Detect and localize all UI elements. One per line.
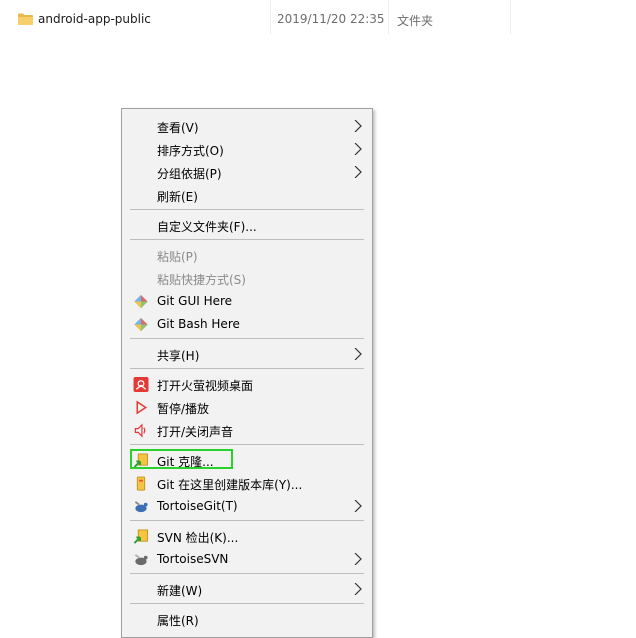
chevron-right-icon [354, 583, 362, 595]
menu-item-git-bash[interactable]: Git Bash Here [123, 313, 372, 335]
file-name[interactable]: android-app-public [38, 12, 151, 26]
menu-item-label: 查看(V) [157, 121, 199, 135]
column-divider [510, 0, 511, 34]
menu-separator [130, 338, 364, 339]
menu-item-label: 刷新(E) [157, 190, 198, 204]
svn-checkout-icon [133, 529, 148, 544]
menu-item-customize-folder[interactable]: 自定义文件夹(F)... [123, 214, 372, 236]
chevron-right-icon [354, 166, 362, 178]
menu-item-firefly-desktop[interactable]: 打开火萤视频桌面 [123, 373, 372, 395]
menu-item-tortoisegit[interactable]: TortoiseGit(T) [123, 495, 372, 517]
menu-separator [130, 444, 364, 445]
menu-item-label: 排序方式(O) [157, 144, 224, 158]
menu-item-label: 共享(H) [157, 349, 200, 363]
menu-item-label: 粘贴快捷方式(S) [157, 273, 246, 287]
play-icon [136, 400, 148, 415]
menu-item-label: 粘贴(P) [157, 250, 198, 264]
menu-item-paste: 粘贴(P) [123, 244, 372, 266]
menu-item-toggle-sound[interactable]: 打开/关闭声音 [123, 419, 372, 441]
file-type: 文件夹 [397, 14, 434, 28]
menu-item-label: TortoiseGit(T) [157, 499, 238, 513]
menu-item-label: 打开/关闭声音 [157, 425, 234, 439]
menu-item-label: 属性(R) [157, 614, 199, 628]
menu-item-git-gui[interactable]: Git GUI Here [123, 290, 372, 312]
menu-item-label: 新建(W) [157, 584, 203, 598]
column-divider [388, 0, 389, 34]
menu-item-label: 打开火萤视频桌面 [157, 379, 254, 393]
chevron-right-icon [354, 143, 362, 155]
menu-separator [130, 520, 364, 521]
git-clone-highlight [130, 449, 233, 469]
firefly-icon [133, 377, 149, 392]
menu-item-git-create-repo[interactable]: Git 在这里创建版本库(Y)... [123, 472, 372, 494]
menu-item-pause-play[interactable]: 暂停/播放 [123, 396, 372, 418]
menu-item-tortoisesvn[interactable]: TortoiseSVN [123, 548, 372, 570]
menu-separator [130, 209, 364, 210]
column-divider [270, 0, 271, 34]
tortoisesvn-icon [134, 554, 148, 566]
tortoisegit-icon [134, 501, 148, 513]
menu-item-sort[interactable]: 排序方式(O) [123, 138, 372, 160]
menu-item-label: Git 在这里创建版本库(Y)... [157, 478, 303, 492]
git-gui-icon [134, 294, 148, 309]
chevron-right-icon [354, 553, 362, 565]
git-bash-icon [134, 317, 148, 332]
menu-separator [130, 239, 364, 240]
chevron-right-icon [354, 120, 362, 132]
menu-separator [130, 573, 364, 574]
menu-item-label: SVN 检出(K)... [157, 531, 239, 545]
chevron-right-icon [354, 500, 362, 512]
context-menu: 查看(V) 排序方式(O) 分组依据(P) 刷新(E) 自定义文件夹(F)...… [121, 108, 373, 638]
menu-separator [130, 368, 364, 369]
menu-item-label: 分组依据(P) [157, 167, 222, 181]
git-repo-icon [136, 476, 146, 491]
menu-item-refresh[interactable]: 刷新(E) [123, 184, 372, 206]
menu-item-svn-checkout[interactable]: SVN 检出(K)... [123, 525, 372, 547]
menu-item-label: TortoiseSVN [157, 552, 229, 566]
menu-item-label: Git Bash Here [157, 317, 240, 331]
file-row-android-app-public[interactable]: android-app-public 2019/11/20 22:35 文件夹 [0, 8, 636, 32]
menu-item-properties[interactable]: 属性(R) [123, 608, 372, 630]
menu-separator [130, 603, 364, 604]
speaker-icon [134, 423, 146, 438]
menu-item-new[interactable]: 新建(W) [123, 578, 372, 600]
menu-item-share[interactable]: 共享(H) [123, 343, 372, 365]
menu-item-label: 自定义文件夹(F)... [157, 220, 257, 234]
menu-item-label: Git GUI Here [157, 294, 233, 308]
menu-item-group[interactable]: 分组依据(P) [123, 161, 372, 183]
file-date: 2019/11/20 22:35 [277, 12, 385, 26]
folder-icon [18, 13, 33, 25]
menu-item-label: 暂停/播放 [157, 402, 210, 416]
chevron-right-icon [354, 348, 362, 360]
menu-item-paste-shortcut: 粘贴快捷方式(S) [123, 267, 372, 289]
menu-item-view[interactable]: 查看(V) [123, 115, 372, 137]
